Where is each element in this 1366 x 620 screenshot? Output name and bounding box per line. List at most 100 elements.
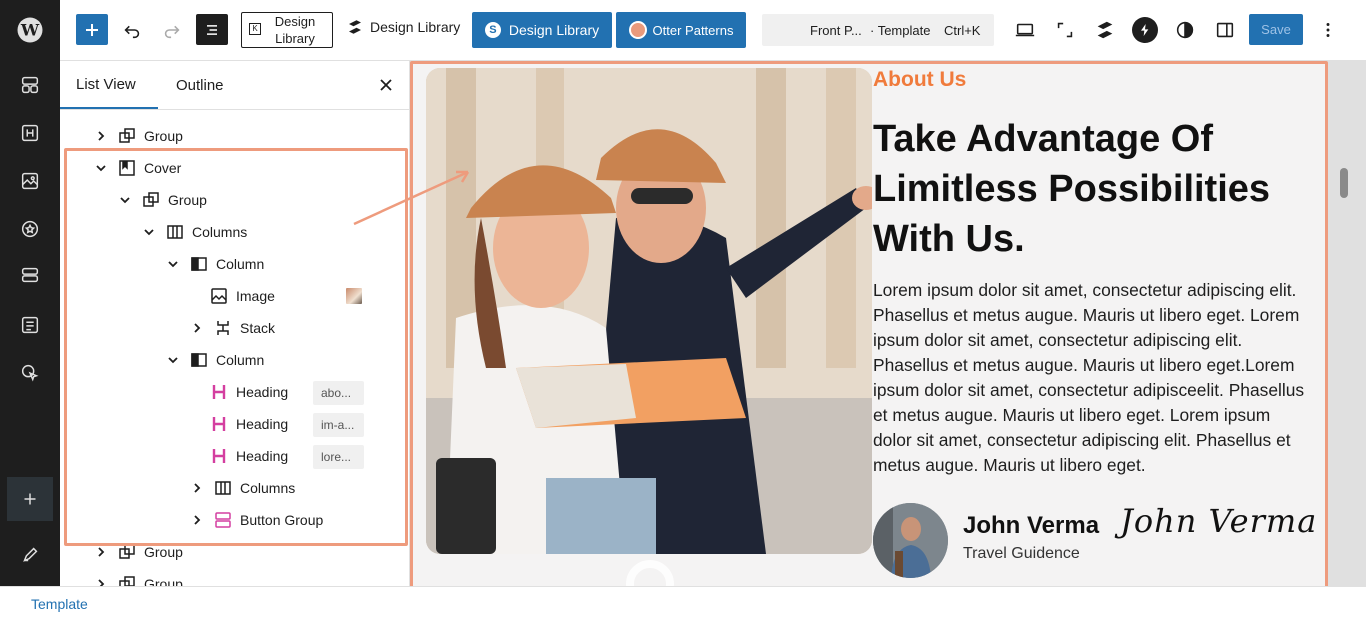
editor-toolbar: K Design Library Design Library S Design…	[60, 0, 1366, 61]
tree-row-cover[interactable]: Cover	[94, 152, 181, 184]
list-view-button[interactable]	[196, 14, 228, 45]
add-icon[interactable]	[7, 477, 53, 521]
design-library-text-button[interactable]: Design Library	[346, 18, 460, 36]
chevron-down-icon[interactable]	[118, 193, 132, 207]
tree-row-columns[interactable]: Columns	[142, 216, 247, 248]
chevron-down-icon[interactable]	[142, 225, 156, 239]
save-button[interactable]: Save	[1249, 14, 1303, 45]
tree-row-heading[interactable]: Heading	[210, 440, 288, 472]
stackable-icon	[349, 20, 361, 34]
design-library-text-label: Design Library	[370, 19, 461, 35]
wordpress-logo-icon[interactable]: W	[10, 10, 50, 50]
layout-icon[interactable]	[10, 65, 50, 105]
sidebar-icon	[1216, 22, 1234, 38]
tree-row-label: Stack	[240, 320, 276, 336]
document-type: · Template	[870, 22, 931, 38]
tree-row-image[interactable]: Image	[210, 280, 275, 312]
cursor-icon[interactable]	[10, 353, 50, 393]
command-palette-button[interactable]: Front P... · Template Ctrl+K	[762, 14, 994, 46]
tab-outline[interactable]: Outline	[176, 61, 224, 109]
options-menu-button[interactable]	[1316, 18, 1340, 42]
design-library-button[interactable]: S Design Library	[472, 12, 612, 48]
stack-icon[interactable]	[10, 255, 50, 295]
tree-row-column[interactable]: Column	[166, 248, 264, 280]
plus-icon	[86, 23, 98, 36]
undo-button[interactable]	[120, 18, 144, 42]
section-body-text: Lorem ipsum dolor sit amet, consectetur …	[873, 280, 1305, 475]
close-panel-button[interactable]	[378, 77, 394, 93]
chevron-down-icon[interactable]	[166, 353, 180, 367]
chevron-right-icon[interactable]	[190, 321, 204, 335]
tree-row-group[interactable]: Group	[94, 568, 183, 586]
tab-outline-label: Outline	[176, 76, 224, 94]
tree-row-label: Columns	[240, 480, 296, 496]
travel-couple-image	[426, 68, 872, 554]
tree-row-label: Heading	[236, 384, 289, 400]
panel-divider	[60, 109, 409, 110]
chevron-right-icon[interactable]	[94, 129, 108, 143]
tree-row-column[interactable]: Column	[166, 344, 264, 376]
settings-sidebar-button[interactable]	[1213, 18, 1237, 42]
document-title: Front P...	[810, 22, 862, 38]
stackable-settings-button[interactable]	[1093, 18, 1117, 42]
tree-row-stack[interactable]: Stack	[190, 312, 275, 344]
tree-row-label: Column	[216, 256, 265, 272]
tree-row-label: Column	[216, 352, 265, 368]
redo-icon	[164, 25, 180, 39]
command-shortcut: Ctrl+K	[944, 22, 981, 38]
bolt-icon	[1141, 24, 1149, 36]
breadcrumb-template-link[interactable]: Template	[31, 596, 88, 612]
tree-row-label: Columns	[192, 224, 248, 240]
tree-row-label: Heading	[236, 448, 289, 464]
image-icon[interactable]	[10, 161, 50, 201]
edit-icon[interactable]	[10, 535, 50, 575]
heading-icon[interactable]	[10, 113, 50, 153]
chevron-right-icon[interactable]	[94, 577, 108, 586]
preview-button[interactable]	[1013, 18, 1037, 42]
badge-text: abo...	[321, 386, 352, 400]
chevron-down-icon[interactable]	[94, 161, 108, 175]
heading-anchor-badge: lore...	[313, 445, 364, 469]
jetpack-button[interactable]	[1132, 17, 1158, 43]
otter-patterns-button[interactable]: Otter Patterns	[616, 12, 746, 48]
block-inserter-button[interactable]	[76, 14, 108, 45]
kadence-icon: K	[249, 23, 261, 35]
tree-row-columns[interactable]: Columns	[190, 472, 295, 504]
undo-icon	[124, 25, 140, 39]
tree-row-heading[interactable]: Heading	[210, 408, 288, 440]
tree-row-heading[interactable]: Heading	[210, 376, 288, 408]
tree-row-label: Group	[168, 192, 207, 208]
desktop-icon	[1015, 23, 1035, 37]
design-library-outline-button[interactable]: K Design Library	[241, 12, 333, 48]
design-library-logo-icon: S	[484, 22, 501, 38]
redo-button[interactable]	[160, 18, 184, 42]
tree-row-group[interactable]: Group	[94, 536, 183, 568]
tree-row-group[interactable]: Group	[94, 120, 183, 152]
tree-row-group[interactable]: Group	[118, 184, 207, 216]
columns-icon	[166, 223, 184, 241]
chevron-right-icon[interactable]	[94, 545, 108, 559]
chevron-right-icon[interactable]	[190, 513, 204, 527]
heading-icon	[210, 447, 228, 465]
chevron-down-icon[interactable]	[166, 257, 180, 271]
spinner-icon	[626, 560, 674, 586]
heading-anchor-badge: im-a...	[313, 413, 364, 437]
column-icon	[190, 255, 208, 273]
badge-icon[interactable]	[10, 209, 50, 249]
list-view-panel: List View Outline Group Cover Group Colu…	[60, 61, 410, 586]
section-title: Take Advantage Of Limitless Possibilitie…	[873, 118, 1271, 260]
heading-icon	[210, 415, 228, 433]
travel-photo[interactable]	[426, 68, 872, 554]
fullscreen-button[interactable]	[1053, 18, 1077, 42]
image-icon	[210, 287, 228, 305]
tree-row-button-group[interactable]: Button Group	[190, 504, 323, 536]
styles-button[interactable]	[1173, 18, 1197, 42]
stackable-logo-icon	[1097, 21, 1113, 39]
about-us-kicker: About Us	[873, 68, 967, 91]
person-role: Travel Guidence	[963, 545, 1080, 562]
avatar-photo	[873, 503, 948, 578]
canvas-scrollbar[interactable]	[1340, 168, 1348, 198]
chevron-right-icon[interactable]	[190, 481, 204, 495]
heading-anchor-badge: abo...	[313, 381, 364, 405]
document-icon[interactable]	[10, 305, 50, 345]
